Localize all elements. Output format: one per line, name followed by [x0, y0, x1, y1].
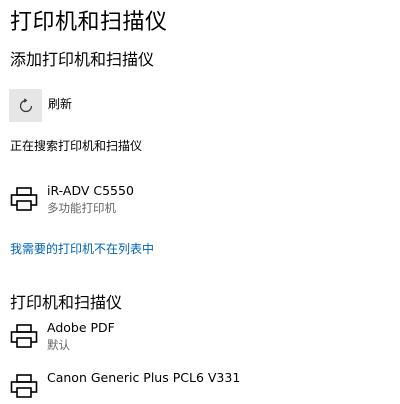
search-status-text: 正在搜索打印机和扫描仪: [10, 139, 143, 153]
printer-adobe-pdf[interactable]: Adobe PDF 默认: [6, 318, 336, 354]
refresh-icon: [19, 97, 32, 112]
device-type: 多功能打印机: [47, 201, 116, 215]
page-title: 打印机和扫描仪: [10, 10, 168, 35]
refresh-button[interactable]: [9, 89, 42, 122]
installed-printers-heading: 打印机和扫描仪: [10, 293, 123, 312]
add-printers-heading: 添加打印机和扫描仪: [10, 50, 155, 69]
printer-canon-generic-plus[interactable]: Canon Generic Plus PCL6 V331: [6, 368, 336, 404]
printer-icon: [10, 187, 38, 211]
device-name: Canon Generic Plus PCL6 V331: [47, 370, 241, 385]
refresh-label: 刷新: [48, 97, 73, 111]
device-name: Adobe PDF: [47, 320, 115, 335]
printer-icon: [10, 324, 38, 348]
found-device-ir-adv-c5550[interactable]: iR-ADV C5550 多功能打印机: [6, 181, 336, 217]
printer-not-listed-link[interactable]: 我需要的打印机不在列表中: [10, 240, 154, 257]
printer-icon: [10, 374, 38, 398]
default-badge: 默认: [47, 338, 70, 352]
device-name: iR-ADV C5550: [47, 183, 134, 198]
